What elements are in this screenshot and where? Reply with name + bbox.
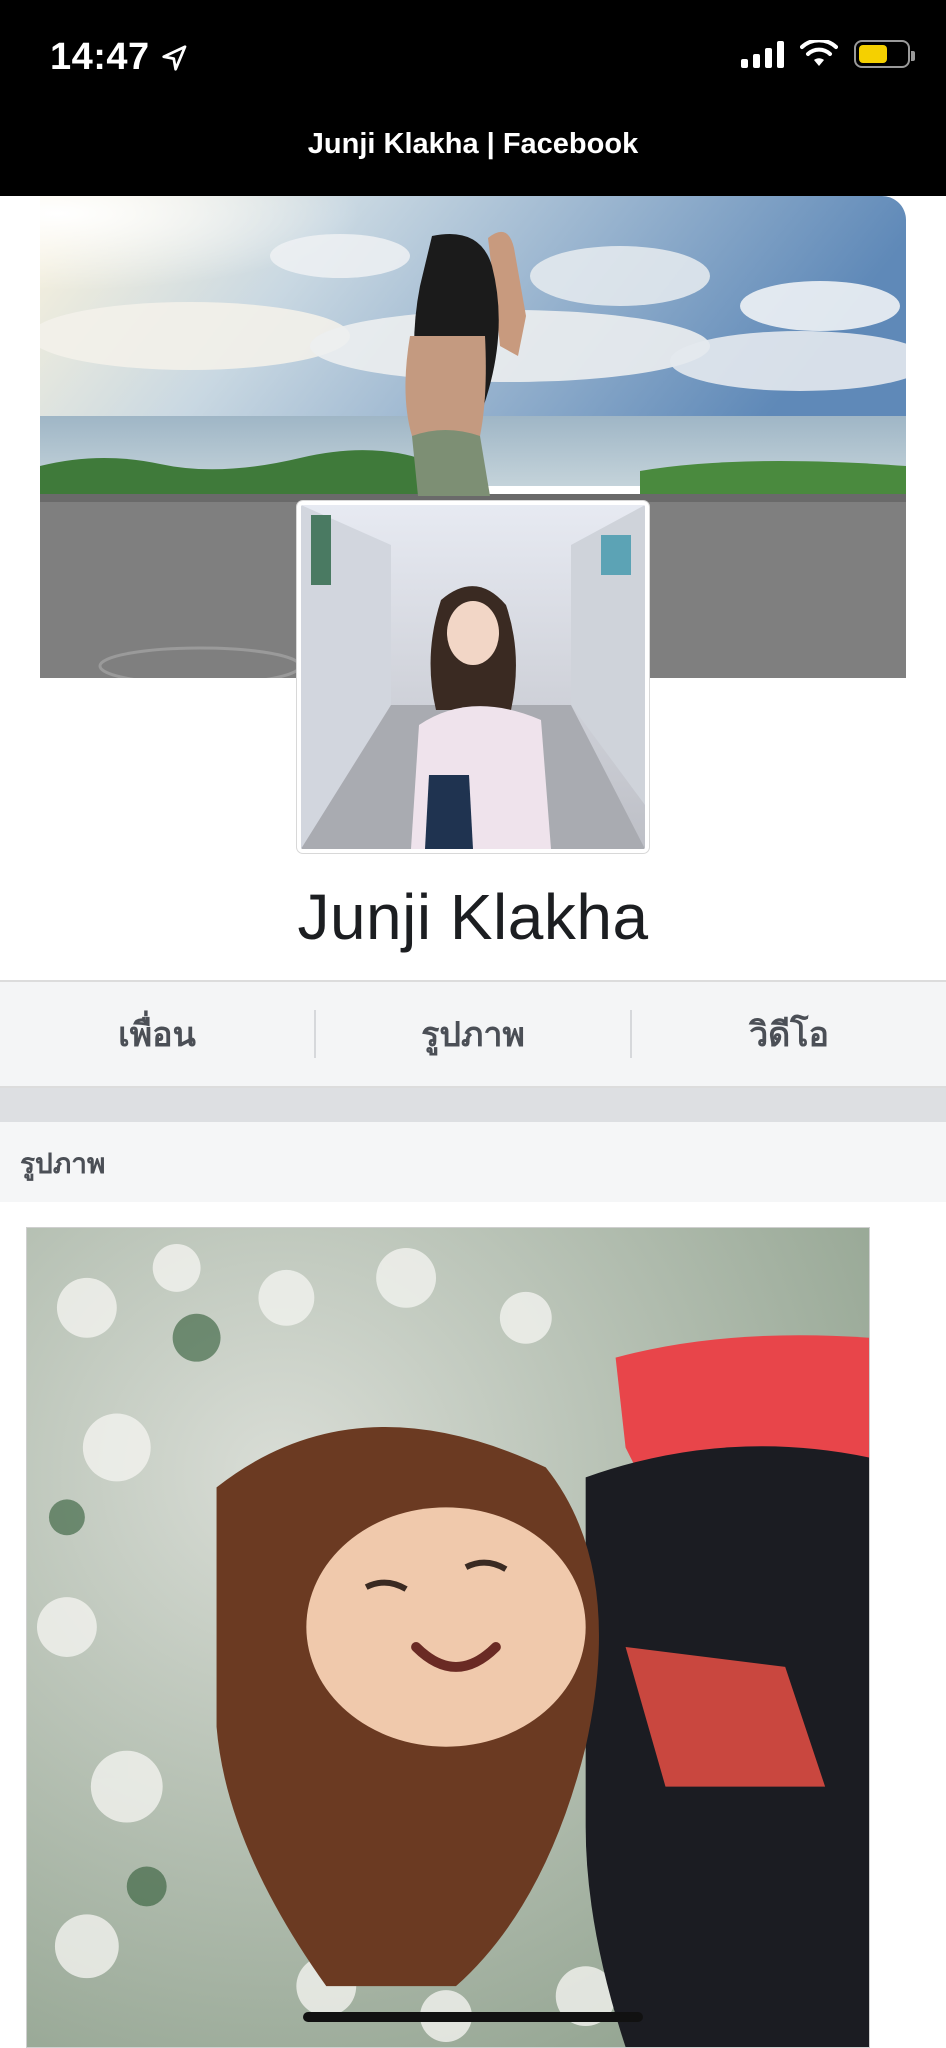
top-bar: 14:47 Junji Klakha | Facebook: [0, 0, 946, 196]
profile-name: Junji Klakha: [297, 881, 649, 953]
battery-icon: [854, 40, 915, 68]
photos-section-title: รูปภาพ: [20, 1147, 106, 1180]
home-indicator[interactable]: [303, 2012, 643, 2022]
section-separator: [0, 1088, 946, 1122]
status-time: 14:47: [50, 36, 190, 79]
profile-tabs: เพื่อน รูปภาพ วิดีโอ: [0, 980, 946, 1088]
location-arrow-icon: [162, 44, 187, 71]
photo-thumbnail[interactable]: [26, 1227, 870, 2048]
page-title: Junji Klakha | Facebook: [307, 128, 639, 160]
profile-picture[interactable]: [297, 501, 649, 853]
battery-level: [859, 45, 887, 63]
photo-image: [27, 1228, 869, 2047]
profile-image: [301, 505, 645, 849]
wifi-icon: [800, 40, 838, 66]
tab-friends[interactable]: เพื่อน: [0, 1007, 314, 1061]
cellular-signal-icon: [741, 40, 784, 68]
time-label: 14:47: [50, 36, 150, 78]
tab-photos[interactable]: รูปภาพ: [316, 1007, 630, 1061]
status-icons: [741, 40, 915, 68]
photos-section-header: รูปภาพ: [0, 1122, 946, 1202]
tab-videos[interactable]: วิดีโอ: [632, 1007, 946, 1061]
